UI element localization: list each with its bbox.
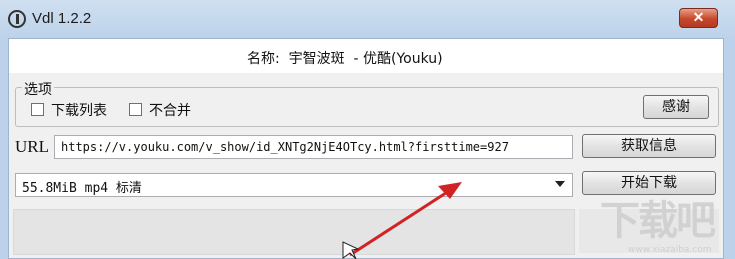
annotation-arrow-icon	[342, 182, 462, 259]
app-window: Vdl 1.2.2 ✕ 名称: 宇智波斑 - 优酷(Youku) 选项 下载列表…	[0, 0, 735, 259]
